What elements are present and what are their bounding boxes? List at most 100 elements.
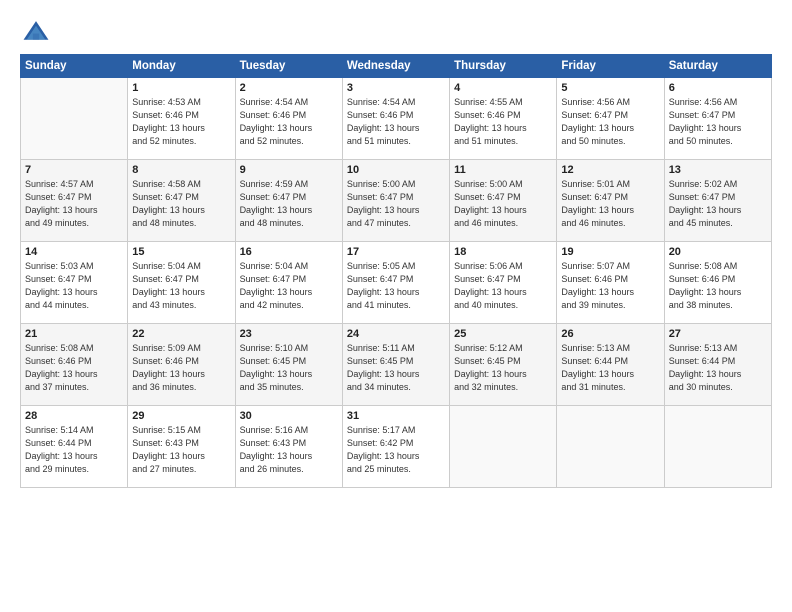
day-content: Sunrise: 5:02 AM Sunset: 6:47 PM Dayligh… [669, 178, 767, 230]
calendar-week-row: 14 Sunrise: 5:03 AM Sunset: 6:47 PM Dayli… [21, 242, 772, 324]
calendar-week-row: 7 Sunrise: 4:57 AM Sunset: 6:47 PM Daylig… [21, 160, 772, 242]
calendar-cell: 30 Sunrise: 5:16 AM Sunset: 6:43 PM Dayli… [235, 406, 342, 488]
header-day-saturday: Saturday [664, 55, 771, 78]
calendar-cell [557, 406, 664, 488]
day-number: 21 [25, 328, 123, 340]
day-content: Sunrise: 5:07 AM Sunset: 6:46 PM Dayligh… [561, 260, 659, 312]
calendar-cell: 5Sunrise: 4:56 AM Sunset: 6:47 PM Daylig… [557, 78, 664, 160]
calendar-cell: 24Sunrise: 5:11 AM Sunset: 6:45 PM Dayli… [342, 324, 449, 406]
calendar-week-row: 28 Sunrise: 5:14 AM Sunset: 6:44 PM Dayli… [21, 406, 772, 488]
header-day-tuesday: Tuesday [235, 55, 342, 78]
day-content: Sunrise: 5:04 AM Sunset: 6:47 PM Dayligh… [132, 260, 230, 312]
day-number: 20 [669, 246, 767, 258]
calendar-cell: 16Sunrise: 5:04 AM Sunset: 6:47 PM Dayli… [235, 242, 342, 324]
header-day-monday: Monday [128, 55, 235, 78]
day-number: 15 [132, 246, 230, 258]
day-content: Sunrise: 5:10 AM Sunset: 6:45 PM Dayligh… [240, 342, 338, 394]
day-number: 18 [454, 246, 552, 258]
day-content: Sunrise: 5:00 AM Sunset: 6:47 PM Dayligh… [347, 178, 445, 230]
day-number: 25 [454, 328, 552, 340]
header-day-sunday: Sunday [21, 55, 128, 78]
day-content: Sunrise: 4:55 AM Sunset: 6:46 PM Dayligh… [454, 96, 552, 148]
calendar-cell: 12 Sunrise: 5:01 AM Sunset: 6:47 PM Dayli… [557, 160, 664, 242]
day-content: Sunrise: 5:01 AM Sunset: 6:47 PM Dayligh… [561, 178, 659, 230]
calendar-cell [664, 406, 771, 488]
calendar-cell [450, 406, 557, 488]
day-content: Sunrise: 5:08 AM Sunset: 6:46 PM Dayligh… [669, 260, 767, 312]
logo [20, 18, 54, 46]
calendar-cell: 22 Sunrise: 5:09 AM Sunset: 6:46 PM Dayli… [128, 324, 235, 406]
calendar-cell [21, 78, 128, 160]
day-content: Sunrise: 5:17 AM Sunset: 6:42 PM Dayligh… [347, 424, 445, 476]
day-content: Sunrise: 5:03 AM Sunset: 6:47 PM Dayligh… [25, 260, 123, 312]
day-number: 2 [240, 82, 338, 94]
day-number: 8 [132, 164, 230, 176]
day-content: Sunrise: 5:15 AM Sunset: 6:43 PM Dayligh… [132, 424, 230, 476]
page-header [20, 18, 772, 46]
day-number: 3 [347, 82, 445, 94]
calendar-cell: 7 Sunrise: 4:57 AM Sunset: 6:47 PM Daylig… [21, 160, 128, 242]
calendar-week-row: 1 Sunrise: 4:53 AM Sunset: 6:46 PM Daylig… [21, 78, 772, 160]
calendar-cell: 8 Sunrise: 4:58 AM Sunset: 6:47 PM Daylig… [128, 160, 235, 242]
calendar-cell: 25 Sunrise: 5:12 AM Sunset: 6:45 PM Dayli… [450, 324, 557, 406]
day-number: 1 [132, 82, 230, 94]
day-content: Sunrise: 5:09 AM Sunset: 6:46 PM Dayligh… [132, 342, 230, 394]
header-day-thursday: Thursday [450, 55, 557, 78]
day-content: Sunrise: 5:11 AM Sunset: 6:45 PM Dayligh… [347, 342, 445, 394]
day-content: Sunrise: 5:13 AM Sunset: 6:44 PM Dayligh… [669, 342, 767, 394]
calendar-cell: 23 Sunrise: 5:10 AM Sunset: 6:45 PM Dayli… [235, 324, 342, 406]
day-content: Sunrise: 4:54 AM Sunset: 6:46 PM Dayligh… [347, 96, 445, 148]
calendar-cell: 15 Sunrise: 5:04 AM Sunset: 6:47 PM Dayli… [128, 242, 235, 324]
day-number: 11 [454, 164, 552, 176]
day-content: Sunrise: 4:56 AM Sunset: 6:47 PM Dayligh… [669, 96, 767, 148]
calendar-table: SundayMondayTuesdayWednesdayThursdayFrid… [20, 54, 772, 488]
day-number: 4 [454, 82, 552, 94]
day-content: Sunrise: 4:54 AM Sunset: 6:46 PM Dayligh… [240, 96, 338, 148]
day-content: Sunrise: 5:16 AM Sunset: 6:43 PM Dayligh… [240, 424, 338, 476]
calendar-cell: 14 Sunrise: 5:03 AM Sunset: 6:47 PM Dayli… [21, 242, 128, 324]
day-number: 23 [240, 328, 338, 340]
day-number: 7 [25, 164, 123, 176]
day-number: 19 [561, 246, 659, 258]
day-number: 14 [25, 246, 123, 258]
day-content: Sunrise: 5:08 AM Sunset: 6:46 PM Dayligh… [25, 342, 123, 394]
calendar-cell: 26Sunrise: 5:13 AM Sunset: 6:44 PM Dayli… [557, 324, 664, 406]
calendar-week-row: 21 Sunrise: 5:08 AM Sunset: 6:46 PM Dayli… [21, 324, 772, 406]
day-content: Sunrise: 5:14 AM Sunset: 6:44 PM Dayligh… [25, 424, 123, 476]
calendar-cell: 2 Sunrise: 4:54 AM Sunset: 6:46 PM Daylig… [235, 78, 342, 160]
calendar-cell: 27 Sunrise: 5:13 AM Sunset: 6:44 PM Dayli… [664, 324, 771, 406]
day-content: Sunrise: 4:59 AM Sunset: 6:47 PM Dayligh… [240, 178, 338, 230]
day-content: Sunrise: 5:00 AM Sunset: 6:47 PM Dayligh… [454, 178, 552, 230]
header-day-wednesday: Wednesday [342, 55, 449, 78]
day-content: Sunrise: 5:12 AM Sunset: 6:45 PM Dayligh… [454, 342, 552, 394]
calendar-cell: 17Sunrise: 5:05 AM Sunset: 6:47 PM Dayli… [342, 242, 449, 324]
day-number: 16 [240, 246, 338, 258]
day-number: 9 [240, 164, 338, 176]
day-content: Sunrise: 4:58 AM Sunset: 6:47 PM Dayligh… [132, 178, 230, 230]
day-number: 22 [132, 328, 230, 340]
day-content: Sunrise: 4:53 AM Sunset: 6:46 PM Dayligh… [132, 96, 230, 148]
calendar-cell: 6 Sunrise: 4:56 AM Sunset: 6:47 PM Daylig… [664, 78, 771, 160]
day-content: Sunrise: 5:06 AM Sunset: 6:47 PM Dayligh… [454, 260, 552, 312]
header-day-friday: Friday [557, 55, 664, 78]
day-number: 13 [669, 164, 767, 176]
calendar-cell: 1 Sunrise: 4:53 AM Sunset: 6:46 PM Daylig… [128, 78, 235, 160]
day-number: 27 [669, 328, 767, 340]
calendar-cell: 31Sunrise: 5:17 AM Sunset: 6:42 PM Dayli… [342, 406, 449, 488]
calendar-cell: 9 Sunrise: 4:59 AM Sunset: 6:47 PM Daylig… [235, 160, 342, 242]
day-number: 30 [240, 410, 338, 422]
day-number: 5 [561, 82, 659, 94]
day-number: 6 [669, 82, 767, 94]
day-number: 12 [561, 164, 659, 176]
day-number: 26 [561, 328, 659, 340]
calendar-cell: 10 Sunrise: 5:00 AM Sunset: 6:47 PM Dayli… [342, 160, 449, 242]
day-number: 10 [347, 164, 445, 176]
calendar-cell: 21 Sunrise: 5:08 AM Sunset: 6:46 PM Dayli… [21, 324, 128, 406]
day-number: 17 [347, 246, 445, 258]
day-content: Sunrise: 4:57 AM Sunset: 6:47 PM Dayligh… [25, 178, 123, 230]
calendar-cell: 29 Sunrise: 5:15 AM Sunset: 6:43 PM Dayli… [128, 406, 235, 488]
day-number: 29 [132, 410, 230, 422]
calendar-cell: 3 Sunrise: 4:54 AM Sunset: 6:46 PM Daylig… [342, 78, 449, 160]
day-number: 28 [25, 410, 123, 422]
calendar-cell: 13 Sunrise: 5:02 AM Sunset: 6:47 PM Dayli… [664, 160, 771, 242]
